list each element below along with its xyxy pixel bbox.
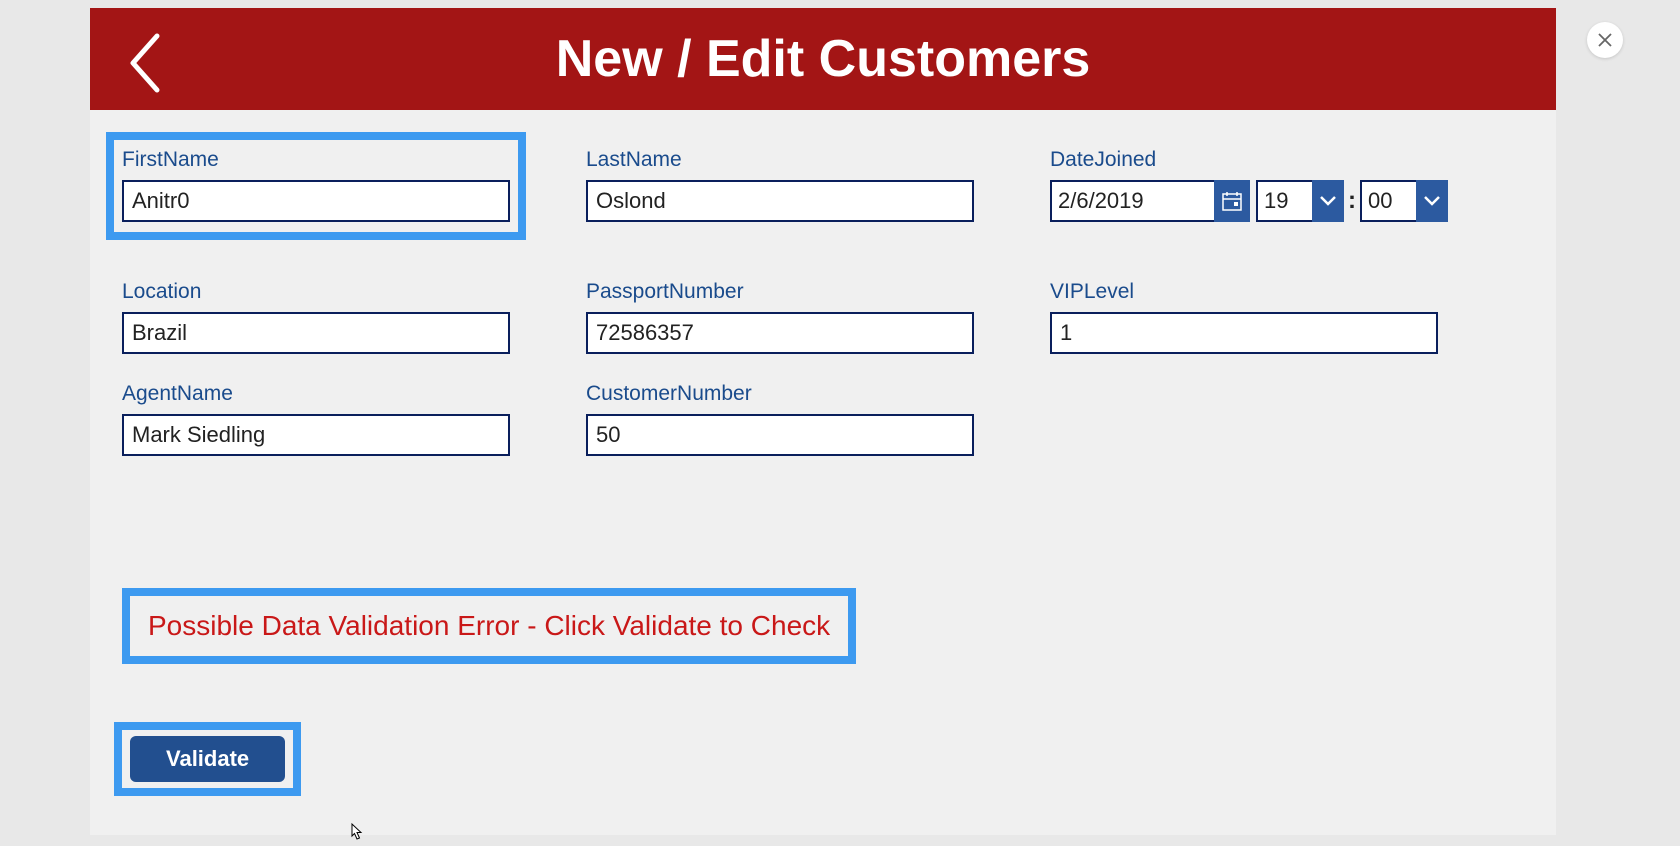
calendar-icon — [1222, 191, 1242, 211]
passportnumber-input[interactable] — [586, 312, 974, 354]
minute-dropdown-button[interactable] — [1416, 180, 1448, 222]
date-field — [1050, 180, 1250, 222]
agentname-group: AgentName — [122, 382, 510, 456]
firstname-input[interactable] — [122, 180, 510, 222]
validation-warning-text: Possible Data Validation Error - Click V… — [148, 610, 830, 641]
chevron-down-icon — [1423, 195, 1441, 207]
minute-input[interactable] — [1360, 180, 1416, 222]
chevron-left-icon — [127, 32, 163, 94]
passportnumber-label: PassportNumber — [586, 280, 974, 304]
customernumber-group: CustomerNumber — [586, 382, 974, 456]
firstname-label: FirstName — [122, 148, 510, 172]
form-row-3: AgentName CustomerNumber — [122, 382, 1524, 456]
date-input[interactable] — [1050, 180, 1214, 222]
page-title: New / Edit Customers — [90, 29, 1556, 89]
close-icon — [1597, 32, 1613, 48]
form-row-2: Location PassportNumber VIPLevel — [122, 280, 1524, 354]
location-input[interactable] — [122, 312, 510, 354]
passportnumber-group: PassportNumber — [586, 280, 974, 354]
datejoined-row: : — [1050, 180, 1448, 222]
form-row-1: FirstName LastName DateJoined — [122, 148, 1524, 252]
validation-warning-highlight: Possible Data Validation Error - Click V… — [122, 588, 856, 664]
lastname-input[interactable] — [586, 180, 974, 222]
close-button[interactable] — [1587, 22, 1623, 58]
hour-input[interactable] — [1256, 180, 1312, 222]
cursor-pointer-icon — [346, 822, 366, 846]
location-label: Location — [122, 280, 510, 304]
form-area: FirstName LastName DateJoined — [90, 110, 1556, 796]
viplevel-input[interactable] — [1050, 312, 1438, 354]
firstname-highlight: FirstName — [106, 132, 526, 240]
lastname-group: LastName — [586, 148, 974, 222]
location-group: Location — [122, 280, 510, 354]
viplevel-group: VIPLevel — [1050, 280, 1438, 354]
chevron-down-icon — [1319, 195, 1337, 207]
datejoined-label: DateJoined — [1050, 148, 1448, 172]
validate-highlight: Validate — [114, 722, 301, 796]
datejoined-group: DateJoined — [1050, 148, 1448, 222]
time-separator: : — [1348, 187, 1356, 215]
lastname-label: LastName — [586, 148, 974, 172]
hour-select[interactable] — [1256, 180, 1344, 222]
back-button[interactable] — [120, 28, 170, 98]
viplevel-label: VIPLevel — [1050, 280, 1438, 304]
form-window: New / Edit Customers FirstName LastName … — [90, 8, 1556, 835]
calendar-button[interactable] — [1214, 180, 1250, 222]
hour-dropdown-button[interactable] — [1312, 180, 1344, 222]
validate-button[interactable]: Validate — [130, 736, 285, 782]
customernumber-input[interactable] — [586, 414, 974, 456]
header-bar: New / Edit Customers — [90, 8, 1556, 110]
minute-select[interactable] — [1360, 180, 1448, 222]
customernumber-label: CustomerNumber — [586, 382, 974, 406]
agentname-label: AgentName — [122, 382, 510, 406]
agentname-input[interactable] — [122, 414, 510, 456]
